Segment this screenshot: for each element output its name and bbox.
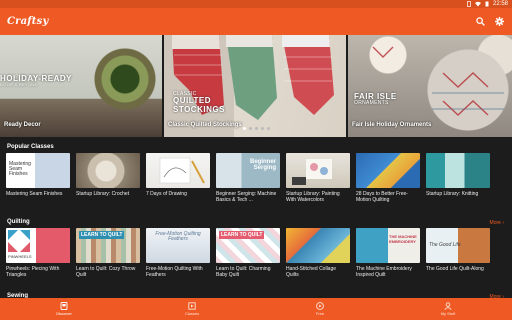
thumb-text: The Good Life (429, 242, 461, 248)
class-thumbnail: LEARN TO QUILT (76, 228, 140, 263)
classes-icon (188, 302, 196, 310)
class-title: Hand-Stitched Collage Quilts (286, 266, 337, 278)
class-title: The Good Life Quilt-Along (426, 266, 484, 272)
thumb-text: PINWHEELS (8, 254, 32, 259)
class-card[interactable]: Hand-Stitched Collage Quilts (286, 228, 350, 279)
class-card[interactable]: PINWHEELS Pinwheels: Piecing With Triang… (6, 228, 70, 279)
class-card[interactable]: 7 Days of Drawing (146, 153, 210, 204)
class-title: 28 Days to Better Free-Motion Quilting (356, 191, 408, 203)
hero-carousel[interactable]: HOLIDAY-READY DOOR & BEYOND Ready Decor … (0, 35, 512, 137)
more-label: More (489, 220, 501, 226)
carousel-dot[interactable] (267, 127, 270, 130)
class-thumbnail: Free-Motion Quilting Feathers (146, 228, 210, 263)
class-thumbnail: THE MACHINE EMBROIDERY (356, 228, 420, 263)
nav-label: Classes (184, 311, 200, 316)
class-thumbnail: Mastering Seam Finishes (6, 153, 70, 188)
class-card[interactable]: 28 Days to Better Free-Motion Quilting (356, 153, 420, 204)
status-icons: 22:58 (466, 0, 508, 8)
nav-my-stuff[interactable]: My Stuff (408, 298, 488, 320)
class-card[interactable]: Beginner Serging Beginner Serging: Machi… (216, 153, 280, 204)
bottom-navigation: Discover Classes Free My Stuff (0, 298, 512, 320)
class-card[interactable]: The Good Life The Good Life Quilt-Along (426, 228, 490, 279)
class-thumbnail (286, 153, 350, 188)
section-title-popular: Popular Classes (7, 144, 54, 150)
hero-slide[interactable]: HOLIDAY-READY DOOR & BEYOND Ready Decor (0, 35, 162, 137)
class-card[interactable]: Startup Library: Knitting (426, 153, 490, 204)
hero-caption: Fair Isle Holiday Ornaments (352, 122, 432, 128)
wifi-icon (474, 1, 481, 7)
carousel-dot[interactable] (261, 127, 264, 130)
class-title: 7 Days of Drawing (146, 191, 187, 197)
battery-icon (485, 1, 489, 7)
class-card[interactable]: Free-Motion Quilting Feathers Free-Motio… (146, 228, 210, 279)
carousel-dot[interactable] (249, 127, 252, 130)
class-card[interactable]: LEARN TO QUILT Learn to Quilt: Charming … (216, 228, 280, 279)
hero-overlay-text: HOLIDAY-READY DOOR & BEYOND (0, 74, 72, 88)
hero-overlay-text: FAIR ISLE ORNAMENTS (354, 92, 397, 107)
search-icon[interactable] (476, 17, 485, 26)
clock: 22:58 (492, 1, 508, 7)
class-thumbnail (76, 153, 140, 188)
chevron-right-icon: › (502, 220, 504, 226)
nav-label: Free (315, 311, 325, 316)
vibrate-icon (467, 1, 471, 7)
class-thumbnail (356, 153, 420, 188)
popular-classes-row: Mastering Seam Finishes Mastering Seam F… (6, 153, 490, 204)
class-thumbnail (286, 228, 350, 263)
section-title-quilting: Quilting (7, 219, 30, 225)
class-thumbnail (426, 153, 490, 188)
hero-caption: Classic Quilted Stockings (168, 122, 242, 128)
nav-discover[interactable]: Discover (24, 298, 104, 320)
carousel-dot[interactable] (243, 127, 246, 130)
nav-label: Discover (56, 311, 72, 316)
class-title: Learn to Quilt: Cozy Throw Quilt (76, 266, 136, 278)
class-thumbnail: Beginner Serging (216, 153, 280, 188)
thumb-text: Beginner Serging (249, 159, 276, 171)
class-title: Beginner Serging: Machine Basics & Tech … (216, 191, 277, 203)
hero-caption: Ready Decor (4, 122, 41, 128)
nav-classes[interactable]: Classes (152, 298, 232, 320)
class-card[interactable]: Mastering Seam Finishes Mastering Seam F… (6, 153, 70, 204)
class-thumbnail (146, 153, 210, 188)
gear-icon[interactable] (495, 17, 504, 26)
class-title: Free-Motion Quilting With Feathers (146, 266, 203, 278)
craftsy-logo: Craftsy (7, 16, 49, 27)
class-card[interactable]: Startup Library: Crochet (76, 153, 140, 204)
class-card[interactable]: Startup Library: Painting With Watercolo… (286, 153, 350, 204)
nav-free[interactable]: Free (280, 298, 360, 320)
drawing-art (159, 157, 205, 184)
thumb-text: Free-Motion Quilting Feathers (155, 231, 201, 242)
carousel-indicators (243, 127, 270, 130)
hero-slide[interactable]: CLASSIC QUILTED STOCKINGS Classic Quilte… (164, 35, 346, 137)
thumb-text: THE MACHINE EMBROIDERY (389, 234, 417, 244)
class-title: Startup Library: Crochet (76, 191, 130, 197)
status-bar: 22:58 (0, 0, 512, 8)
discover-icon (60, 302, 68, 310)
thumb-text: Mastering Seam Finishes (9, 161, 31, 177)
user-icon (444, 302, 452, 310)
class-title: Pinwheels: Piecing With Triangles (6, 266, 60, 278)
play-icon (316, 302, 324, 310)
class-thumbnail: The Good Life (426, 228, 490, 263)
carousel-dot[interactable] (255, 127, 258, 130)
hero-slide[interactable]: FAIR ISLE ORNAMENTS Fair Isle Holiday Or… (348, 35, 512, 137)
hero-overlay-text: CLASSIC QUILTED STOCKINGS (173, 91, 225, 114)
class-title: Startup Library: Knitting (426, 191, 479, 197)
class-card[interactable]: THE MACHINE EMBROIDERY The Machine Embro… (356, 228, 420, 279)
thumb-text: LEARN TO QUILT (79, 231, 125, 239)
class-title: The Machine Embroidery Inspired Quilt (356, 266, 412, 278)
nav-label: My Stuff (440, 311, 456, 316)
class-title: Mastering Seam Finishes (6, 191, 63, 197)
thumb-text: LEARN TO QUILT (219, 231, 265, 239)
quilting-more-link[interactable]: More › (490, 220, 504, 226)
class-thumbnail: PINWHEELS (6, 228, 70, 263)
app-bar: Craftsy (0, 8, 512, 35)
quilting-row: PINWHEELS Pinwheels: Piecing With Triang… (6, 228, 490, 279)
watercolor-art (292, 159, 332, 185)
class-thumbnail: LEARN TO QUILT (216, 228, 280, 263)
class-title: Startup Library: Painting With Watercolo… (286, 191, 340, 203)
class-title: Learn to Quilt: Charming Baby Quilt (216, 266, 271, 278)
class-card[interactable]: LEARN TO QUILT Learn to Quilt: Cozy Thro… (76, 228, 140, 279)
